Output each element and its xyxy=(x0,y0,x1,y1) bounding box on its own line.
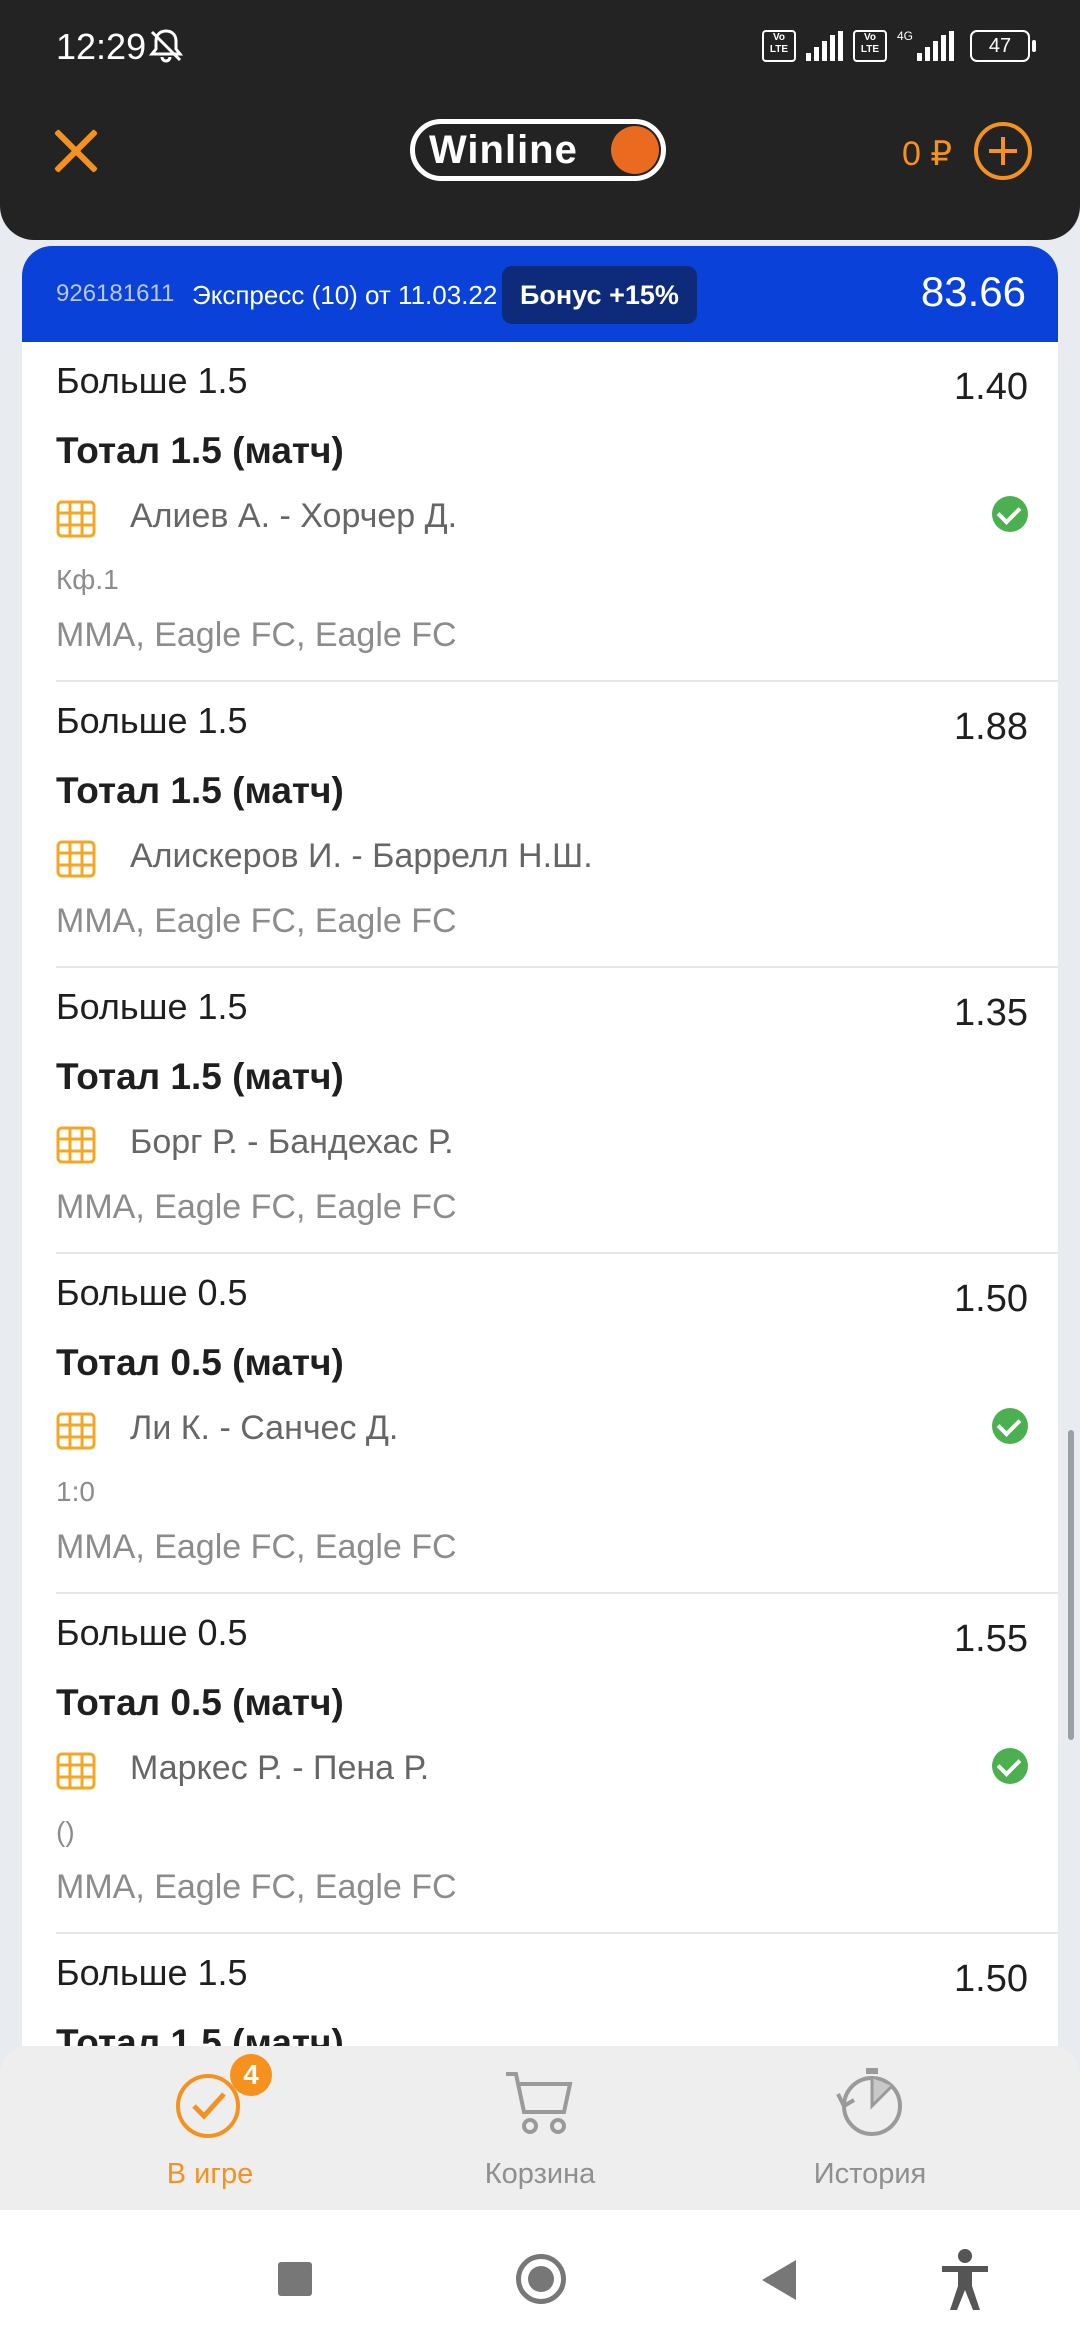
bet-event: Борг Р. - Бандехас Р. xyxy=(130,1123,454,1161)
bet-list: Больше 1.5 1.40 Тотал 1.5 (матч) Алиев А. -… xyxy=(22,342,1058,2046)
nav-label: Корзина xyxy=(484,2158,596,2190)
bet-outcome: Больше 1.5 xyxy=(56,986,248,1027)
bonus-badge: Бонус +15% xyxy=(502,266,697,324)
bet-outcome: Больше 1.5 xyxy=(56,700,248,741)
mma-icon xyxy=(56,1412,96,1450)
recent-apps-button[interactable] xyxy=(278,2262,312,2296)
logo-dot-icon xyxy=(611,126,659,174)
ticket-header: 926181611 Экспресс (10) от 11.03.22 Бону… xyxy=(22,246,1058,342)
back-button[interactable] xyxy=(762,2260,796,2300)
network-type: 4G xyxy=(896,29,913,43)
nav-in-game[interactable]: 4 В игре xyxy=(30,2046,390,2210)
bell-muted-icon xyxy=(146,26,186,71)
bottom-nav: 4 В игре Корзина История xyxy=(0,2046,1080,2210)
won-check-icon xyxy=(992,496,1028,532)
bet-coef: 1.55 xyxy=(954,1618,1028,1660)
bet-coef: 1.40 xyxy=(954,366,1028,408)
bet-coef: 1.50 xyxy=(954,1278,1028,1320)
in-game-badge: 4 xyxy=(230,2054,272,2096)
deposit-button[interactable] xyxy=(974,122,1032,180)
bet-event: Ли К. - Санчес Д. xyxy=(130,1409,399,1447)
bet-league: MMA, Eagle FC, Eagle FC xyxy=(56,1528,457,1566)
bet-row[interactable]: Больше 0.5 1.50 Тотал 0.5 (матч) Ли К. - Са… xyxy=(56,1254,1058,1594)
mma-icon xyxy=(56,1752,96,1790)
bet-score: Кф.1 xyxy=(56,564,119,595)
battery-icon: 47 xyxy=(970,30,1036,62)
bet-market: Тотал 1.5 (матч) xyxy=(56,770,344,811)
bet-market: Тотал 0.5 (матч) xyxy=(56,1682,344,1723)
bet-row[interactable]: Больше 1.5 1.40 Тотал 1.5 (матч) Алиев А. -… xyxy=(56,342,1058,682)
won-check-icon xyxy=(992,1408,1028,1444)
bet-row[interactable]: Больше 1.5 1.50 Тотал 1.5 (матч) xyxy=(56,1934,1058,2046)
mma-icon xyxy=(56,840,96,878)
bet-market: Тотал 1.5 (матч) xyxy=(56,2022,344,2046)
ticket-id: 926181611 xyxy=(56,280,175,307)
bet-ticket-card: 926181611 Экспресс (10) от 11.03.22 Бону… xyxy=(22,246,1058,2046)
bet-event: Алиев А. - Хорчер Д. xyxy=(130,497,458,535)
logo-text: Winline xyxy=(429,128,578,172)
cart-icon xyxy=(500,2064,580,2149)
bet-league: MMA, Eagle FC, Eagle FC xyxy=(56,1188,457,1226)
system-nav-bar xyxy=(0,2210,1080,2340)
status-time: 12:29 xyxy=(56,26,147,67)
bet-outcome: Больше 1.5 xyxy=(56,1952,248,1993)
bet-event: Маркес Р. - Пена Р. xyxy=(130,1749,430,1787)
ticket-type: Экспресс (10) от 11.03.22 xyxy=(192,280,498,310)
signal-icon xyxy=(917,31,954,61)
bet-coef: 1.35 xyxy=(954,992,1028,1034)
bet-score: () xyxy=(56,1816,75,1847)
app-header: 12:29 Vo LTE Vo LTE 4G 47 Winline 0 ₽ xyxy=(0,0,1080,240)
balance[interactable]: 0 ₽ xyxy=(902,134,952,174)
bet-coef: 1.88 xyxy=(954,706,1028,748)
bet-outcome: Больше 0.5 xyxy=(56,1612,248,1653)
bet-league: MMA, Eagle FC, Eagle FC xyxy=(56,616,457,654)
bet-market: Тотал 1.5 (матч) xyxy=(56,1056,344,1097)
ticket-total-coef: 83.66 xyxy=(920,268,1026,315)
bet-score: 1:0 xyxy=(56,1476,95,1507)
history-icon xyxy=(830,2064,910,2149)
accessibility-icon[interactable] xyxy=(938,2248,992,2317)
volte-icon: Vo LTE xyxy=(761,30,796,62)
mma-icon xyxy=(56,500,96,538)
won-check-icon xyxy=(992,1748,1028,1784)
volte-icon: Vo LTE xyxy=(852,30,887,62)
home-button[interactable] xyxy=(516,2254,566,2304)
bet-outcome: Больше 1.5 xyxy=(56,360,248,401)
bet-league: MMA, Eagle FC, Eagle FC xyxy=(56,1868,457,1906)
close-button[interactable] xyxy=(50,124,102,176)
bet-outcome: Больше 0.5 xyxy=(56,1272,248,1313)
bet-coef: 1.50 xyxy=(954,1958,1028,2000)
nav-label: В игре xyxy=(166,2158,254,2190)
bet-market: Тотал 1.5 (матч) xyxy=(56,430,344,471)
nav-history[interactable]: История xyxy=(690,2046,1050,2210)
bet-row[interactable]: Больше 1.5 1.35 Тотал 1.5 (матч) Борг Р. - … xyxy=(56,968,1058,1254)
bet-row[interactable]: Больше 1.5 1.88 Тотал 1.5 (матч) Алискеров … xyxy=(56,682,1058,968)
signal-icon xyxy=(805,31,843,61)
bet-event: Алискеров И. - Баррелл Н.Ш. xyxy=(130,837,593,875)
bet-row[interactable]: Больше 0.5 1.55 Тотал 0.5 (матч) Маркес Р. … xyxy=(56,1594,1058,1934)
bet-market: Тотал 0.5 (матч) xyxy=(56,1342,344,1383)
nav-cart[interactable]: Корзина xyxy=(360,2046,720,2210)
winline-logo: Winline xyxy=(410,119,666,181)
bet-league: MMA, Eagle FC, Eagle FC xyxy=(56,902,457,940)
status-icons: Vo LTE Vo LTE 4G 47 xyxy=(761,29,1036,62)
nav-label: История xyxy=(813,2158,927,2190)
scrollbar[interactable] xyxy=(1068,1430,1074,1740)
mma-icon xyxy=(56,1126,96,1164)
